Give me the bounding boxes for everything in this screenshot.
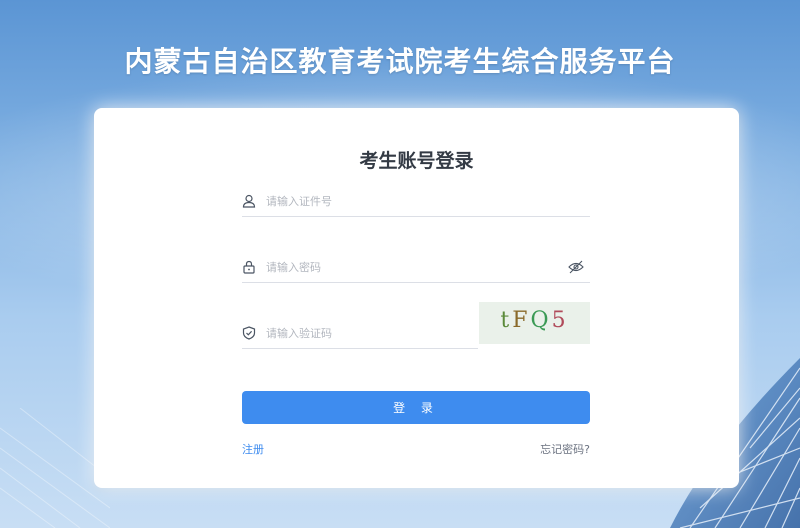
login-button[interactable]: 登 录 — [242, 391, 590, 424]
login-title: 考生账号登录 — [359, 150, 474, 172]
captcha-char: F — [512, 308, 531, 333]
captcha-char: 5 — [551, 308, 569, 333]
id-number-field — [242, 188, 590, 217]
forgot-password-link[interactable]: 忘记密码? — [540, 441, 590, 457]
captcha-image[interactable]: tFQ5 — [479, 302, 590, 344]
shield-check-icon — [242, 326, 256, 340]
lock-icon — [243, 260, 255, 274]
captcha-field — [242, 320, 478, 349]
login-card: 考生账号登录 tFQ5 登 录 注册 忘记密码 — [94, 108, 739, 488]
captcha-char: Q — [530, 308, 552, 333]
id-number-input[interactable] — [266, 190, 546, 212]
register-link[interactable]: 注册 — [242, 441, 264, 457]
page-title: 内蒙古自治区教育考试院考生综合服务平台 — [124, 45, 676, 78]
captcha-char: t — [500, 308, 513, 333]
password-field — [242, 254, 590, 283]
password-input[interactable] — [266, 256, 546, 278]
captcha-input[interactable] — [266, 322, 466, 344]
captcha-text: tFQ5 — [479, 308, 590, 333]
user-icon — [242, 194, 256, 208]
eye-slash-icon[interactable] — [568, 260, 584, 274]
